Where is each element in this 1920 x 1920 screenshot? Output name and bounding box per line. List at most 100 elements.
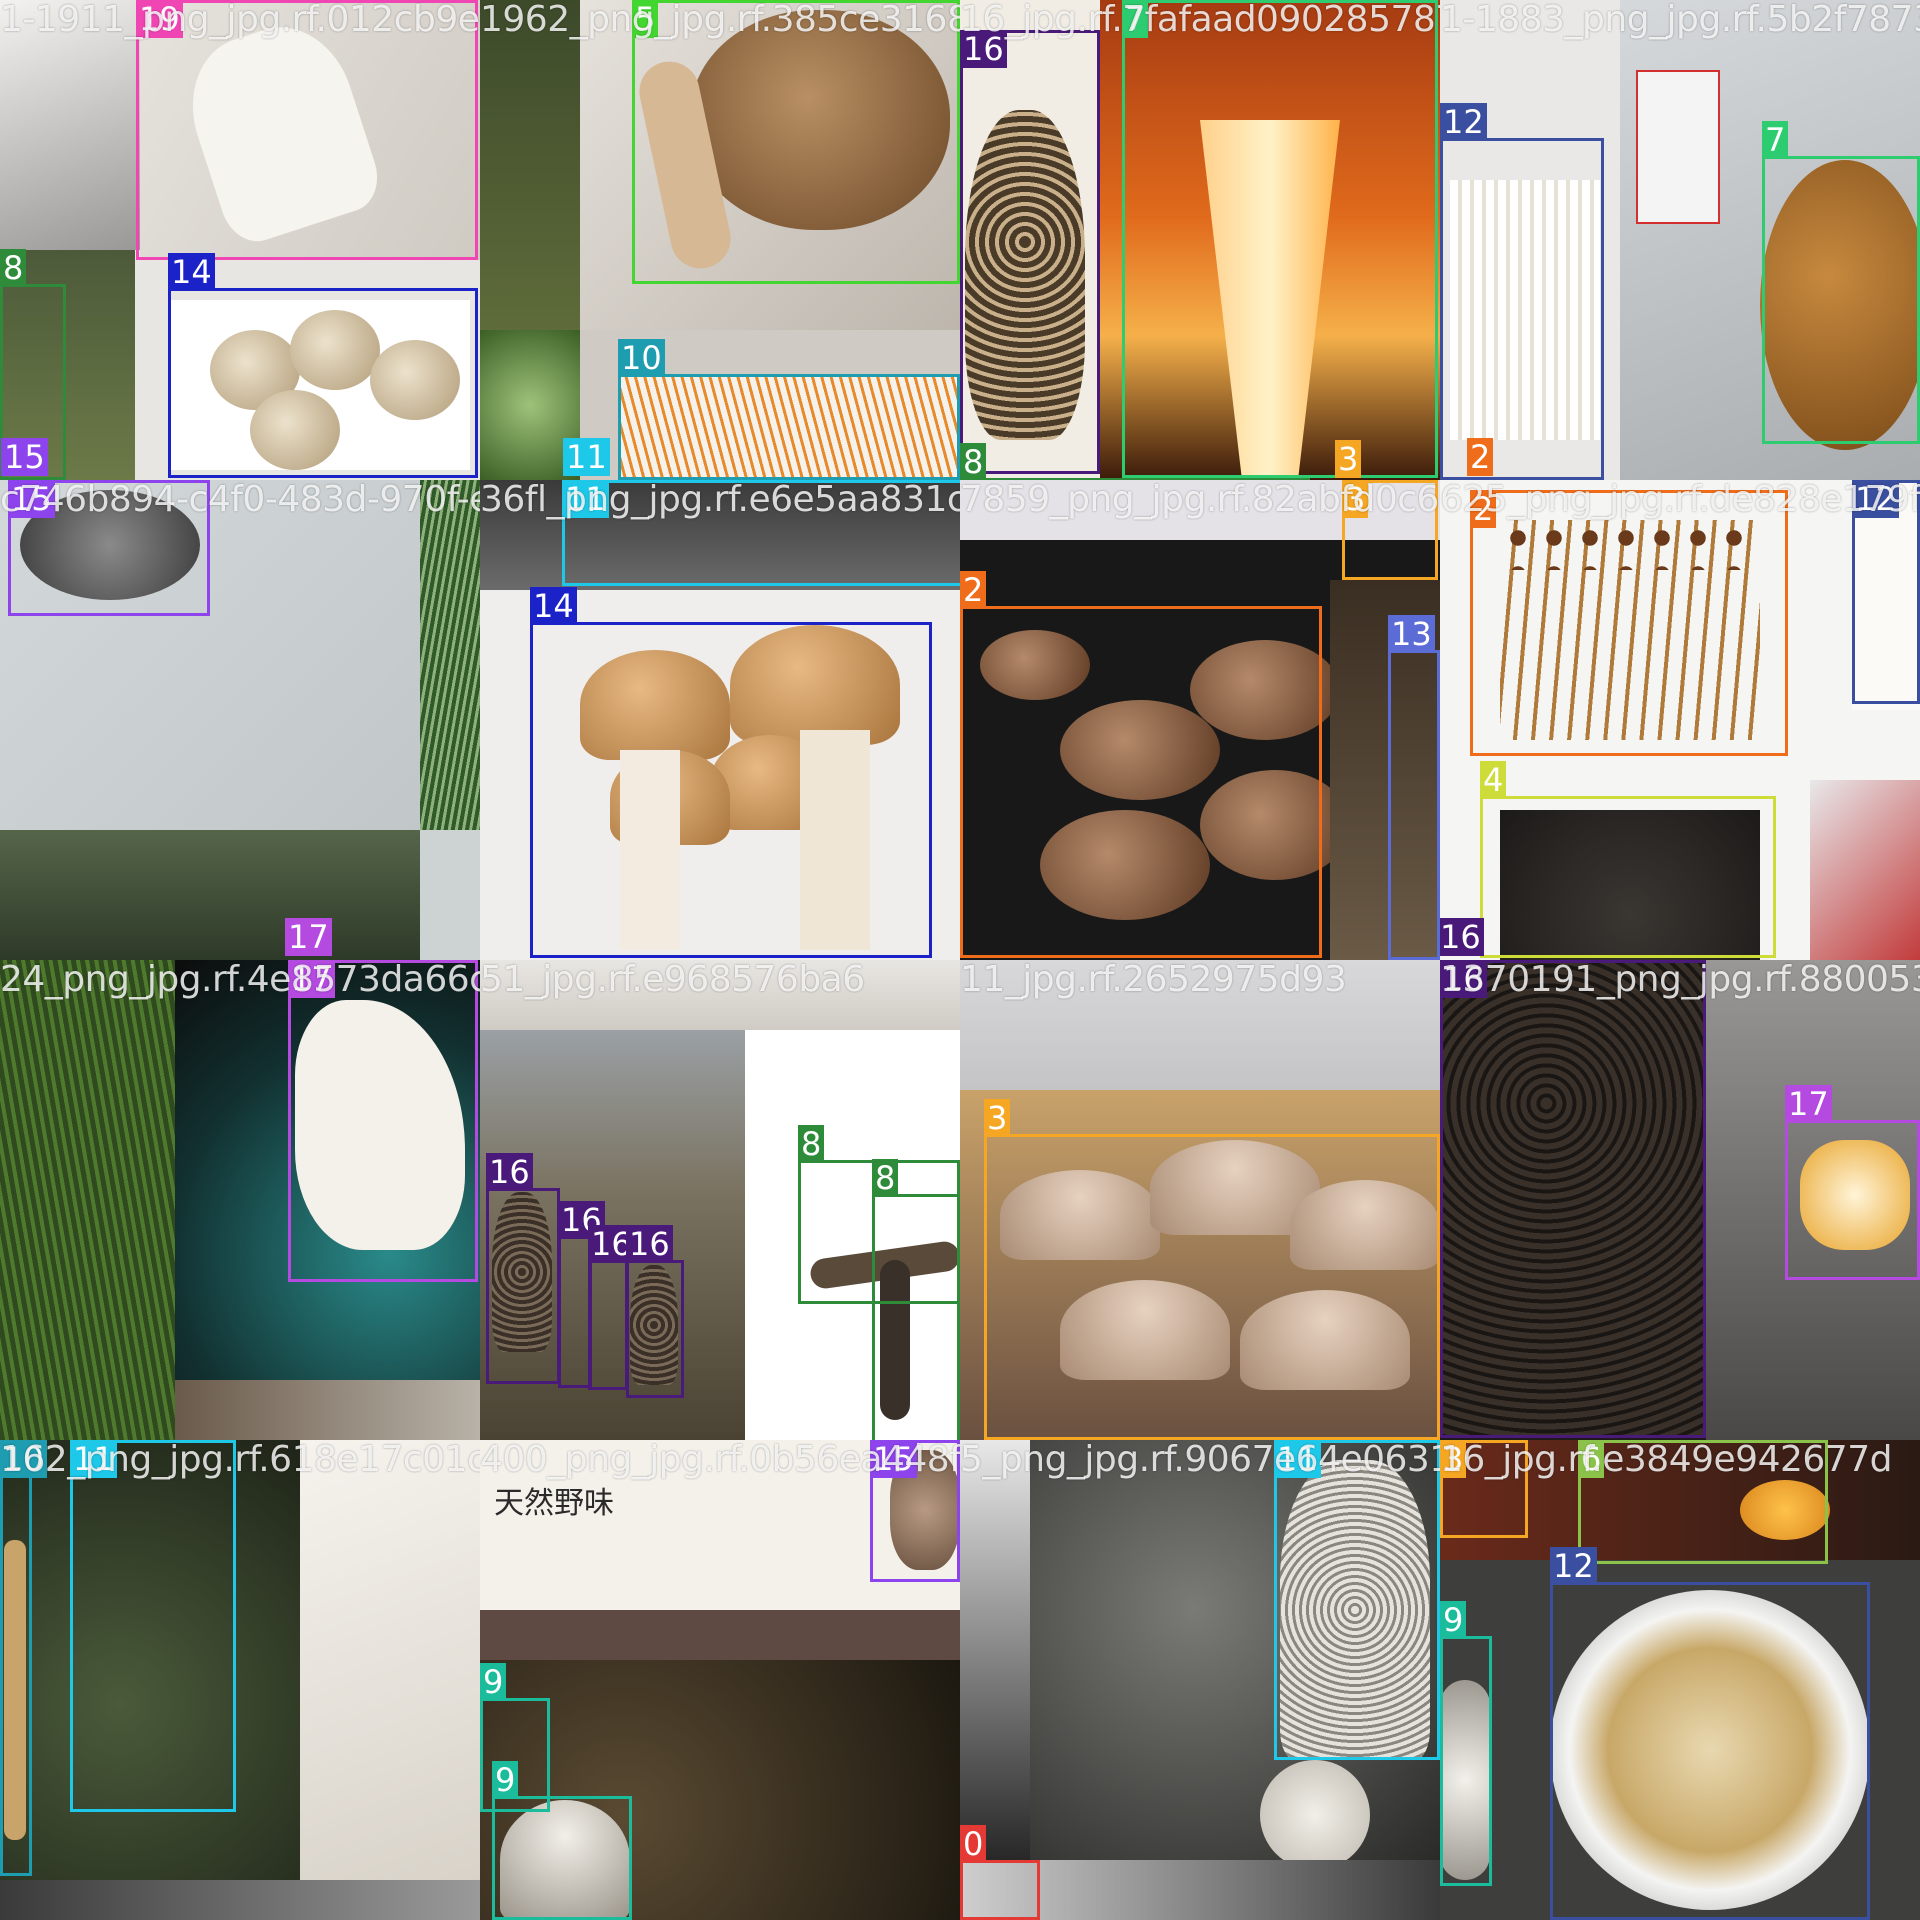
bounding-box-class-3: 3 <box>1440 1440 1528 1538</box>
bounding-box-label: 8 <box>798 1125 825 1163</box>
package-label <box>1636 70 1720 224</box>
bounding-box-class-12: 12 <box>1440 103 1604 480</box>
bounding-box-class-16: 16 <box>486 1153 560 1384</box>
mosaic-tile-r0c1: 1962_png_jpg.rf.385ce3168b6751011 <box>480 0 960 480</box>
bounding-box-label: 12 <box>1550 1547 1597 1585</box>
bounding-box-label: 11 <box>1274 1440 1321 1478</box>
bounding-box-class-14: 14 <box>530 587 932 958</box>
bounding-box-label: 16 <box>1440 918 1484 956</box>
bounding-box-label: 19 <box>136 0 183 38</box>
bounding-box-label: 4 <box>1480 761 1507 799</box>
bounding-box-label: 14 <box>530 587 577 625</box>
egg-volva <box>1260 1760 1370 1870</box>
moss-strip <box>480 0 580 330</box>
mosaic-tile-r3c0: 162_png_jpg.rf.618e17c01c 10 11 <box>0 1440 480 1920</box>
bounding-box-class-19: 19 <box>136 0 478 260</box>
training-batch-mosaic: 1-1911_png_jpg.rf.012cb9e7 19 14 8 15 1962_pn… <box>0 0 1920 1920</box>
mosaic-tile-r3c1: 天然野味 400_png_jpg.rf.0b56ea448f2 15 9 9 <box>480 1440 960 1920</box>
bounding-box-class-8: 8 <box>960 443 1310 480</box>
bounding-box-class-9: 9 <box>1440 1601 1492 1886</box>
bounding-box-class-10: 10 <box>0 1440 47 1876</box>
bounding-box-label: 17 <box>1785 1085 1832 1123</box>
bounding-box-label: 9 <box>1440 1601 1467 1639</box>
bounding-box-label: 15 <box>1 438 48 476</box>
white-mushroom-photo <box>300 1440 480 1920</box>
mosaic-tile-r3c3: 16_jpg.rf.e3849e942677d 3 6 12 9 <box>1440 1440 1920 1920</box>
bounding-box-class-13: 13 <box>1388 615 1440 960</box>
bounding-box-label: 0 <box>960 1825 987 1863</box>
bounding-box-label: 16 <box>486 1153 533 1191</box>
bounding-box-class-10: 10 <box>618 339 960 480</box>
bottom-strip <box>175 1380 480 1440</box>
bounding-box-label: 2 <box>1467 438 1494 476</box>
bounding-box-label: 13 <box>1388 615 1435 653</box>
bounding-box-label: 6 <box>1578 1440 1605 1478</box>
mosaic-tile-r2c2: 11_jpg.rf.2652975d93 3 <box>960 960 1440 1440</box>
bounding-box-label: 2 <box>1470 490 1497 528</box>
bounding-box-class-16: 16 <box>960 30 1100 474</box>
bounding-box-class-11: 11 <box>70 1440 236 1812</box>
bounding-box-class-17: 17 <box>1785 1085 1920 1280</box>
bounding-box-label: 3 <box>984 1099 1011 1137</box>
bounding-box-class-11: 11 <box>1274 1440 1440 1760</box>
bottom-strip <box>0 1880 480 1920</box>
pine-needles <box>420 480 480 830</box>
bounding-box-label: 15 <box>870 1440 917 1478</box>
mosaic-tile-r2c3: 1370191_png_jpg.rf.880053fcb1c1617 <box>1440 960 1920 1440</box>
bounding-box-class-7: 7 <box>1762 121 1920 444</box>
bounding-box-class-11: 11 <box>562 480 960 586</box>
mosaic-tile-r0c3: 1-1883_png_jpg.rf.5b2f78735cc1272 <box>1440 0 1920 480</box>
bounding-box-class-12: 12 <box>1550 1547 1870 1920</box>
bounding-box-label: 3 <box>1440 1440 1467 1478</box>
bounding-box-class-5: 5 <box>632 0 960 284</box>
bounding-box-label: 8 <box>872 1159 899 1197</box>
bounding-box-class-3: 3 <box>984 1099 1440 1440</box>
bounding-box-label: 9 <box>480 1663 507 1701</box>
bounding-box-label: 16 <box>1440 960 1487 998</box>
mosaic-tile-r3c2: 5_png_jpg.rf.9067e64e0631 11 0 <box>960 1440 1440 1920</box>
bounding-box-label: 11 <box>70 1440 117 1478</box>
mosaic-tile-r1c1: 36fl_png_jpg.rf.e6e5aa831cd4 14 11 <box>480 480 960 960</box>
top-photo <box>480 960 960 1030</box>
bounding-box-label: 11 <box>563 438 610 476</box>
bounding-box-label: 14 <box>168 253 215 291</box>
packaging-headline: 天然野味 <box>494 1486 614 1521</box>
mosaic-tile-r0c0: 1-1911_png_jpg.rf.012cb9e7 19 14 8 15 <box>0 0 480 480</box>
bounding-box-class-16: 16 <box>588 1225 635 1390</box>
bounding-box-class-0: 0 <box>960 1825 1040 1920</box>
bounding-box-label: 17 <box>285 918 332 956</box>
bounding-box-class-2: 2 <box>1470 490 1788 756</box>
bounding-box-class-17: 17 <box>288 960 478 1282</box>
bounding-box-label: 3 <box>1342 480 1369 518</box>
mosaic-tile-r1c0: c746b894-c4f0-483d-970f-e5 15 17 <box>0 480 480 960</box>
bounding-box-label: 17 <box>288 960 335 998</box>
bounding-box-label: 3 <box>1335 440 1362 478</box>
bounding-box-label: 16 <box>626 1225 673 1263</box>
bounding-box-label: 8 <box>960 443 987 480</box>
bounding-box-label: 7 <box>1122 0 1149 38</box>
mosaic-tile-r1c3: 625_png_jpg.rf.de828e179fa 2 4 12 16 <box>1440 480 1920 960</box>
bounding-box-label: 5 <box>632 0 659 38</box>
mosaic-tile-r1c2: 7859_png_jpg.rf.82abfd0c6 2 13 3 <box>960 480 1440 960</box>
bounding-box-class-4: 4 <box>1480 761 1776 958</box>
bounding-box-label: 12 <box>1852 480 1899 518</box>
bounding-box-label: 16 <box>960 30 1007 68</box>
bounding-box-label: 7 <box>1762 121 1789 159</box>
bounding-box-label: 15 <box>8 480 55 518</box>
bounding-box-label: 9 <box>492 1761 519 1799</box>
shrub-photo <box>0 830 420 960</box>
bounding-box-label: 10 <box>618 339 665 377</box>
bounding-box-label: 11 <box>562 480 609 518</box>
bounding-box-class-8: 8 <box>872 1159 960 1440</box>
mosaic-tile-r2c1: 51_jpg.rf.e968576ba6 16 16 16 16 8 8 <box>480 960 960 1440</box>
bounding-box-class-14: 14 <box>168 253 478 478</box>
bounding-box-class-12: 12 <box>1852 480 1920 704</box>
mosaic-tile-r2c0: 24_png_jpg.rf.4e8573da66c 17 <box>0 960 480 1440</box>
mosaic-tile-r0c2: 16_jpg.rf.7fafaad090285787 16 7 8 3 <box>960 0 1440 480</box>
bounding-box-class-16: 16 <box>626 1225 684 1398</box>
bounding-box-class-16: 16 <box>558 1201 605 1388</box>
bounding-box-class-6: 6 <box>1578 1440 1828 1564</box>
cup-photo <box>1810 780 1920 960</box>
bounding-box-label: 10 <box>0 1440 47 1478</box>
packaging-band <box>480 1610 960 1660</box>
